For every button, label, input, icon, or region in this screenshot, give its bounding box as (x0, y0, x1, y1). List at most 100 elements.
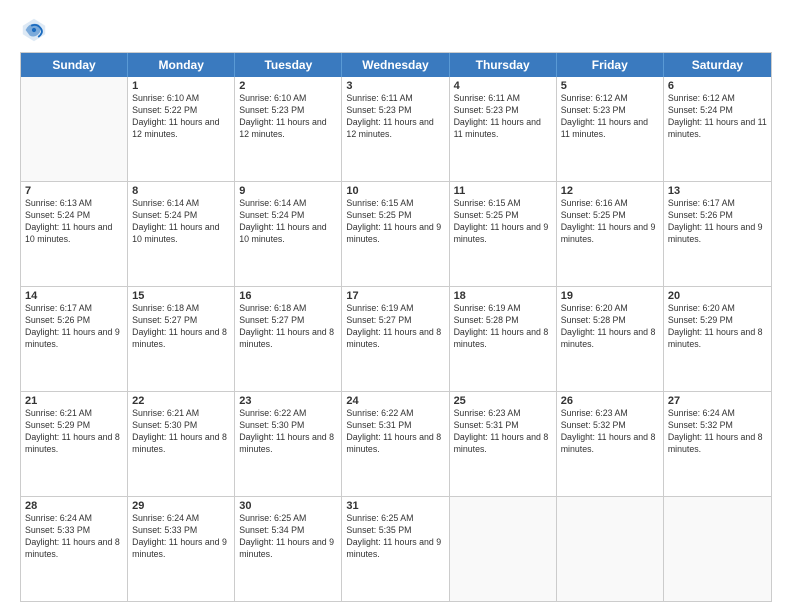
cell-info: Sunrise: 6:24 AM Sunset: 5:33 PM Dayligh… (25, 513, 123, 561)
cell-date: 6 (668, 80, 767, 92)
cell-info: Sunrise: 6:10 AM Sunset: 5:22 PM Dayligh… (132, 93, 230, 141)
cell-info: Sunrise: 6:25 AM Sunset: 5:34 PM Dayligh… (239, 513, 337, 561)
calendar-row: 1Sunrise: 6:10 AM Sunset: 5:22 PM Daylig… (21, 77, 771, 182)
calendar-cell (450, 497, 557, 601)
cell-date: 10 (346, 185, 444, 197)
cell-date: 22 (132, 395, 230, 407)
calendar-row: 21Sunrise: 6:21 AM Sunset: 5:29 PM Dayli… (21, 392, 771, 497)
calendar-row: 7Sunrise: 6:13 AM Sunset: 5:24 PM Daylig… (21, 182, 771, 287)
calendar-cell: 15Sunrise: 6:18 AM Sunset: 5:27 PM Dayli… (128, 287, 235, 391)
calendar-cell: 2Sunrise: 6:10 AM Sunset: 5:23 PM Daylig… (235, 77, 342, 181)
cell-date: 31 (346, 500, 444, 512)
day-header-sunday: Sunday (21, 53, 128, 77)
day-header-monday: Monday (128, 53, 235, 77)
calendar-cell: 13Sunrise: 6:17 AM Sunset: 5:26 PM Dayli… (664, 182, 771, 286)
calendar-cell: 25Sunrise: 6:23 AM Sunset: 5:31 PM Dayli… (450, 392, 557, 496)
calendar-cell: 12Sunrise: 6:16 AM Sunset: 5:25 PM Dayli… (557, 182, 664, 286)
calendar-cell: 14Sunrise: 6:17 AM Sunset: 5:26 PM Dayli… (21, 287, 128, 391)
calendar-cell: 16Sunrise: 6:18 AM Sunset: 5:27 PM Dayli… (235, 287, 342, 391)
calendar-cell: 9Sunrise: 6:14 AM Sunset: 5:24 PM Daylig… (235, 182, 342, 286)
cell-date: 29 (132, 500, 230, 512)
calendar-cell: 10Sunrise: 6:15 AM Sunset: 5:25 PM Dayli… (342, 182, 449, 286)
cell-date: 3 (346, 80, 444, 92)
day-header-friday: Friday (557, 53, 664, 77)
cell-info: Sunrise: 6:13 AM Sunset: 5:24 PM Dayligh… (25, 198, 123, 246)
calendar-header: SundayMondayTuesdayWednesdayThursdayFrid… (21, 53, 771, 77)
cell-info: Sunrise: 6:11 AM Sunset: 5:23 PM Dayligh… (346, 93, 444, 141)
calendar-cell: 26Sunrise: 6:23 AM Sunset: 5:32 PM Dayli… (557, 392, 664, 496)
calendar-cell: 23Sunrise: 6:22 AM Sunset: 5:30 PM Dayli… (235, 392, 342, 496)
cell-info: Sunrise: 6:16 AM Sunset: 5:25 PM Dayligh… (561, 198, 659, 246)
calendar-cell: 19Sunrise: 6:20 AM Sunset: 5:28 PM Dayli… (557, 287, 664, 391)
cell-info: Sunrise: 6:17 AM Sunset: 5:26 PM Dayligh… (668, 198, 767, 246)
cell-info: Sunrise: 6:24 AM Sunset: 5:32 PM Dayligh… (668, 408, 767, 456)
cell-date: 18 (454, 290, 552, 302)
cell-date: 25 (454, 395, 552, 407)
cell-info: Sunrise: 6:12 AM Sunset: 5:24 PM Dayligh… (668, 93, 767, 141)
calendar-cell: 5Sunrise: 6:12 AM Sunset: 5:23 PM Daylig… (557, 77, 664, 181)
calendar-cell: 4Sunrise: 6:11 AM Sunset: 5:23 PM Daylig… (450, 77, 557, 181)
cell-info: Sunrise: 6:15 AM Sunset: 5:25 PM Dayligh… (346, 198, 444, 246)
header (20, 16, 772, 44)
calendar-cell (21, 77, 128, 181)
cell-info: Sunrise: 6:11 AM Sunset: 5:23 PM Dayligh… (454, 93, 552, 141)
cell-date: 13 (668, 185, 767, 197)
cell-info: Sunrise: 6:19 AM Sunset: 5:28 PM Dayligh… (454, 303, 552, 351)
calendar: SundayMondayTuesdayWednesdayThursdayFrid… (20, 52, 772, 602)
calendar-body: 1Sunrise: 6:10 AM Sunset: 5:22 PM Daylig… (21, 77, 771, 601)
calendar-cell: 7Sunrise: 6:13 AM Sunset: 5:24 PM Daylig… (21, 182, 128, 286)
cell-date: 5 (561, 80, 659, 92)
cell-date: 24 (346, 395, 444, 407)
calendar-cell: 29Sunrise: 6:24 AM Sunset: 5:33 PM Dayli… (128, 497, 235, 601)
cell-date: 7 (25, 185, 123, 197)
day-header-tuesday: Tuesday (235, 53, 342, 77)
cell-info: Sunrise: 6:22 AM Sunset: 5:31 PM Dayligh… (346, 408, 444, 456)
calendar-cell: 11Sunrise: 6:15 AM Sunset: 5:25 PM Dayli… (450, 182, 557, 286)
cell-date: 9 (239, 185, 337, 197)
cell-date: 11 (454, 185, 552, 197)
calendar-cell: 8Sunrise: 6:14 AM Sunset: 5:24 PM Daylig… (128, 182, 235, 286)
calendar-cell: 31Sunrise: 6:25 AM Sunset: 5:35 PM Dayli… (342, 497, 449, 601)
cell-date: 2 (239, 80, 337, 92)
day-header-wednesday: Wednesday (342, 53, 449, 77)
cell-info: Sunrise: 6:25 AM Sunset: 5:35 PM Dayligh… (346, 513, 444, 561)
calendar-cell: 6Sunrise: 6:12 AM Sunset: 5:24 PM Daylig… (664, 77, 771, 181)
calendar-cell: 22Sunrise: 6:21 AM Sunset: 5:30 PM Dayli… (128, 392, 235, 496)
cell-date: 16 (239, 290, 337, 302)
calendar-cell: 24Sunrise: 6:22 AM Sunset: 5:31 PM Dayli… (342, 392, 449, 496)
cell-info: Sunrise: 6:21 AM Sunset: 5:29 PM Dayligh… (25, 408, 123, 456)
cell-date: 1 (132, 80, 230, 92)
calendar-cell: 1Sunrise: 6:10 AM Sunset: 5:22 PM Daylig… (128, 77, 235, 181)
cell-date: 12 (561, 185, 659, 197)
calendar-cell: 30Sunrise: 6:25 AM Sunset: 5:34 PM Dayli… (235, 497, 342, 601)
cell-info: Sunrise: 6:22 AM Sunset: 5:30 PM Dayligh… (239, 408, 337, 456)
cell-info: Sunrise: 6:24 AM Sunset: 5:33 PM Dayligh… (132, 513, 230, 561)
cell-date: 20 (668, 290, 767, 302)
cell-date: 4 (454, 80, 552, 92)
calendar-cell (664, 497, 771, 601)
calendar-cell: 28Sunrise: 6:24 AM Sunset: 5:33 PM Dayli… (21, 497, 128, 601)
calendar-cell: 17Sunrise: 6:19 AM Sunset: 5:27 PM Dayli… (342, 287, 449, 391)
cell-date: 26 (561, 395, 659, 407)
cell-date: 30 (239, 500, 337, 512)
cell-date: 28 (25, 500, 123, 512)
cell-info: Sunrise: 6:18 AM Sunset: 5:27 PM Dayligh… (132, 303, 230, 351)
logo (20, 16, 52, 44)
cell-info: Sunrise: 6:20 AM Sunset: 5:29 PM Dayligh… (668, 303, 767, 351)
cell-info: Sunrise: 6:10 AM Sunset: 5:23 PM Dayligh… (239, 93, 337, 141)
cell-info: Sunrise: 6:15 AM Sunset: 5:25 PM Dayligh… (454, 198, 552, 246)
calendar-cell (557, 497, 664, 601)
cell-date: 8 (132, 185, 230, 197)
logo-icon (20, 16, 48, 44)
cell-info: Sunrise: 6:21 AM Sunset: 5:30 PM Dayligh… (132, 408, 230, 456)
cell-date: 19 (561, 290, 659, 302)
cell-date: 27 (668, 395, 767, 407)
cell-info: Sunrise: 6:23 AM Sunset: 5:32 PM Dayligh… (561, 408, 659, 456)
cell-info: Sunrise: 6:17 AM Sunset: 5:26 PM Dayligh… (25, 303, 123, 351)
calendar-cell: 18Sunrise: 6:19 AM Sunset: 5:28 PM Dayli… (450, 287, 557, 391)
cell-date: 23 (239, 395, 337, 407)
cell-date: 17 (346, 290, 444, 302)
calendar-row: 28Sunrise: 6:24 AM Sunset: 5:33 PM Dayli… (21, 497, 771, 601)
cell-info: Sunrise: 6:12 AM Sunset: 5:23 PM Dayligh… (561, 93, 659, 141)
cell-date: 21 (25, 395, 123, 407)
